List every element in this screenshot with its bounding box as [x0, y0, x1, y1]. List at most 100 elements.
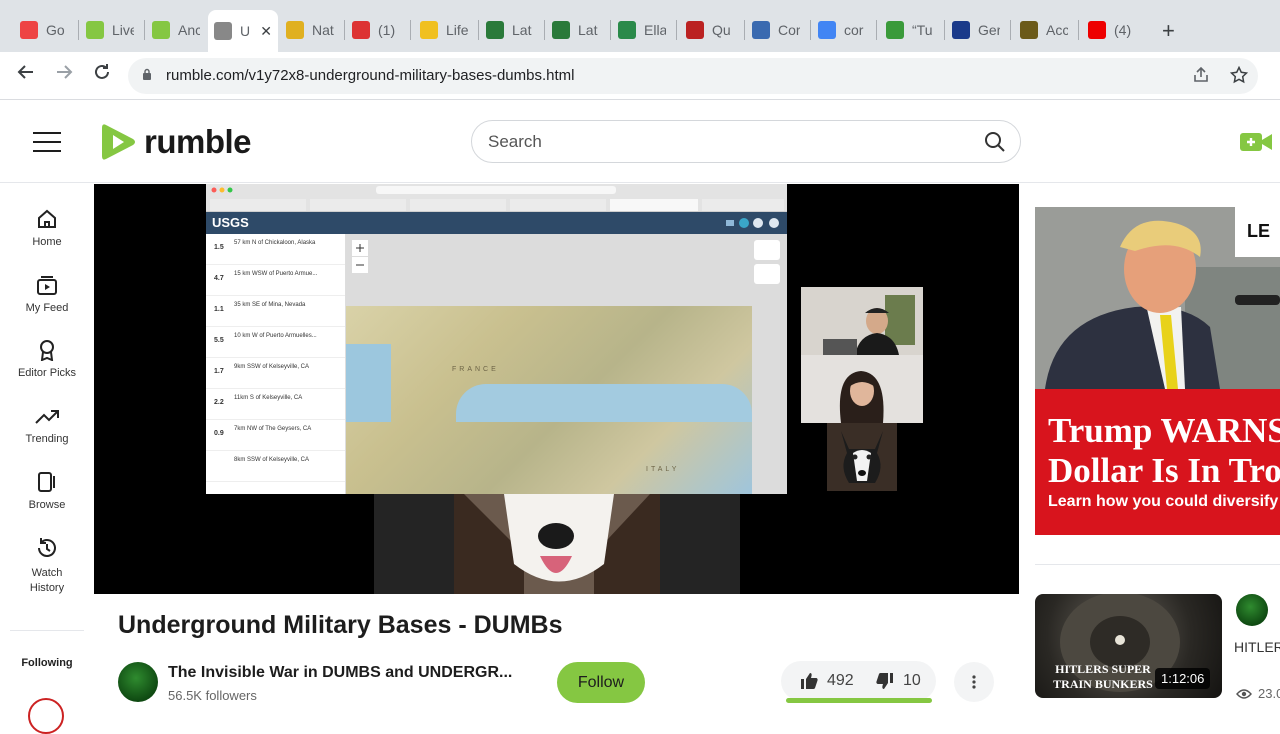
related-video-title[interactable]: HITLER BUNKE [1234, 638, 1280, 657]
browser-tab[interactable]: Life [414, 8, 476, 52]
related-channel-avatar[interactable] [1236, 594, 1268, 626]
channel-avatar[interactable] [118, 662, 158, 702]
following-heading: Following [21, 657, 73, 669]
browser-tab[interactable]: Ella [612, 8, 674, 52]
stripes-icon [486, 21, 504, 39]
sidebar-divider [10, 630, 84, 631]
related-video-thumbnail[interactable]: HITLERS SUPER TRAIN BUNKERS 1:12:06 [1035, 594, 1222, 698]
browser-tab[interactable]: “Tu [880, 8, 942, 52]
browser-tab[interactable]: Nat [280, 8, 342, 52]
browser-tab[interactable]: Qu [680, 8, 742, 52]
address-bar[interactable]: rumble.com/v1y72x8-underground-military-… [128, 58, 1258, 94]
search-icon[interactable] [984, 131, 1006, 153]
like-count: 492 [827, 672, 854, 689]
browser-tab-title: (4) [1114, 22, 1132, 38]
browser-tab[interactable]: (4) [1082, 8, 1144, 52]
browser-tab[interactable]: U ✕ [208, 10, 278, 52]
related-views: 23.0 [1236, 686, 1280, 701]
tab-separator [1010, 20, 1011, 40]
browser-tab[interactable]: Lat [546, 8, 608, 52]
browser-tab[interactable]: Live [80, 8, 142, 52]
browser-tab[interactable]: Cor [746, 8, 808, 52]
husky-icon [374, 494, 740, 594]
browser-tab[interactable]: cor [812, 8, 874, 52]
thumbs-up-icon [801, 673, 818, 689]
rumble-logo[interactable]: rumble [100, 121, 252, 163]
browser-tab[interactable]: Ger [946, 8, 1008, 52]
tab-separator [810, 20, 811, 40]
webcam-dog [827, 423, 897, 491]
browser-tab[interactable]: Acc [1014, 8, 1076, 52]
related-view-count: 23.0 [1258, 686, 1280, 701]
leaf-icon [886, 21, 904, 39]
more-options-button[interactable] [954, 662, 994, 702]
url-text: rumble.com/v1y72x8-underground-military-… [166, 67, 575, 84]
forward-button[interactable] [50, 62, 78, 88]
earthquake-place: 35 km SE of Mina, Nevada [234, 302, 306, 308]
ad-label: LE [1247, 221, 1271, 241]
map-layers-icon [754, 240, 780, 284]
share-icon[interactable] [1192, 66, 1210, 89]
close-tab-icon[interactable]: ✕ [260, 23, 272, 40]
search-input[interactable] [488, 132, 968, 152]
rumble-icon [86, 21, 104, 39]
sidebar-label-browse: Browse [28, 499, 66, 511]
browser-tab[interactable]: Lat [480, 8, 542, 52]
sidebar-item-my-feed[interactable]: My Feed [0, 274, 94, 314]
sidebar-item-home[interactable]: Home [0, 208, 94, 248]
earthquake-place: 10 km W of Puerto Armuelles... [234, 333, 317, 339]
tab-separator [144, 20, 145, 40]
new-tab-button[interactable]: + [1162, 18, 1175, 44]
map-sea [346, 344, 391, 422]
browser-tab-title: Cor [778, 22, 800, 38]
tab-separator [744, 20, 745, 40]
rumble-play-icon [102, 124, 135, 160]
browser-tab-title: U [240, 23, 251, 39]
earthquake-row: 1.7 9km SSW of Kelseyville, CA [206, 358, 345, 389]
sidebar-item-editor-picks[interactable]: Editor Picks [0, 339, 94, 379]
earthquake-place: 7km NW of The Geysers, CA [234, 426, 312, 432]
dislike-button[interactable]: 10 [875, 671, 921, 691]
channel-name[interactable]: The Invisible War in DUMBS and UNDERGR..… [168, 664, 512, 682]
earthquake-row: 0.9 7km NW of The Geysers, CA [206, 420, 345, 451]
followed-channel-avatar[interactable] [28, 698, 64, 734]
earthquake-magnitude: 1.7 [214, 368, 224, 375]
earthquake-place: 11km S of Kelseyville, CA [234, 395, 303, 401]
menu-icon[interactable] [33, 132, 61, 152]
browser-tab[interactable]: Go [14, 8, 76, 52]
rumble-icon [152, 21, 170, 39]
shared-screen: USGS 1.5 57 km N of Chickaloon, Alaska 4.7… [206, 184, 787, 494]
ad-headline: Trump WARNS Dollar Is In Tro [1048, 411, 1280, 491]
sidebar-item-trending[interactable]: Trending [0, 405, 94, 445]
upload-video-button[interactable] [1240, 131, 1274, 158]
kebab-menu-icon [972, 675, 976, 689]
usgs-logo: USGS [212, 215, 249, 230]
tab-separator [344, 20, 345, 40]
reload-button[interactable] [88, 62, 116, 88]
ad-subtext: Learn how you could diversify [1048, 493, 1279, 510]
ad-headline-line: Trump WARNS [1048, 411, 1280, 450]
earthquake-row: 8km SSW of Kelseyville, CA [206, 451, 345, 482]
sidebar-item-browse[interactable]: Browse [0, 471, 94, 511]
earthquake-row: 4.7 15 km WSW of Puerto Armue... [206, 265, 345, 296]
follow-button[interactable]: Follow [557, 662, 645, 703]
browser-tab-title: Go [46, 22, 65, 38]
search-box [471, 120, 1021, 163]
advertisement[interactable]: LE Trump WARNS Dollar Is In Tro Learn ho… [1035, 207, 1280, 535]
sidebar-item-watch-history[interactable]: Watch History [0, 536, 94, 596]
sidebar-label-editor-picks: Editor Picks [17, 367, 77, 379]
bookmark-star-icon[interactable] [1229, 65, 1249, 89]
earthquake-row: 1.5 57 km N of Chickaloon, Alaska [206, 234, 345, 265]
earthquake-magnitude: 1.5 [214, 244, 224, 251]
video-player[interactable]: USGS 1.5 57 km N of Chickaloon, Alaska 4.7… [94, 184, 1019, 594]
related-divider [1035, 564, 1280, 565]
like-button[interactable]: 492 [799, 671, 854, 691]
browser-tab[interactable]: Anc [146, 8, 208, 52]
home-icon [38, 209, 56, 228]
ad-headline-line: Dollar Is In Tro [1048, 451, 1280, 490]
webcam-host [801, 287, 923, 355]
back-button[interactable] [12, 62, 40, 88]
earthquake-row: 5.5 10 km W of Puerto Armuelles... [206, 327, 345, 358]
browser-tab[interactable]: (1) [346, 8, 408, 52]
earthquake-place: 57 km N of Chickaloon, Alaska [234, 240, 316, 246]
